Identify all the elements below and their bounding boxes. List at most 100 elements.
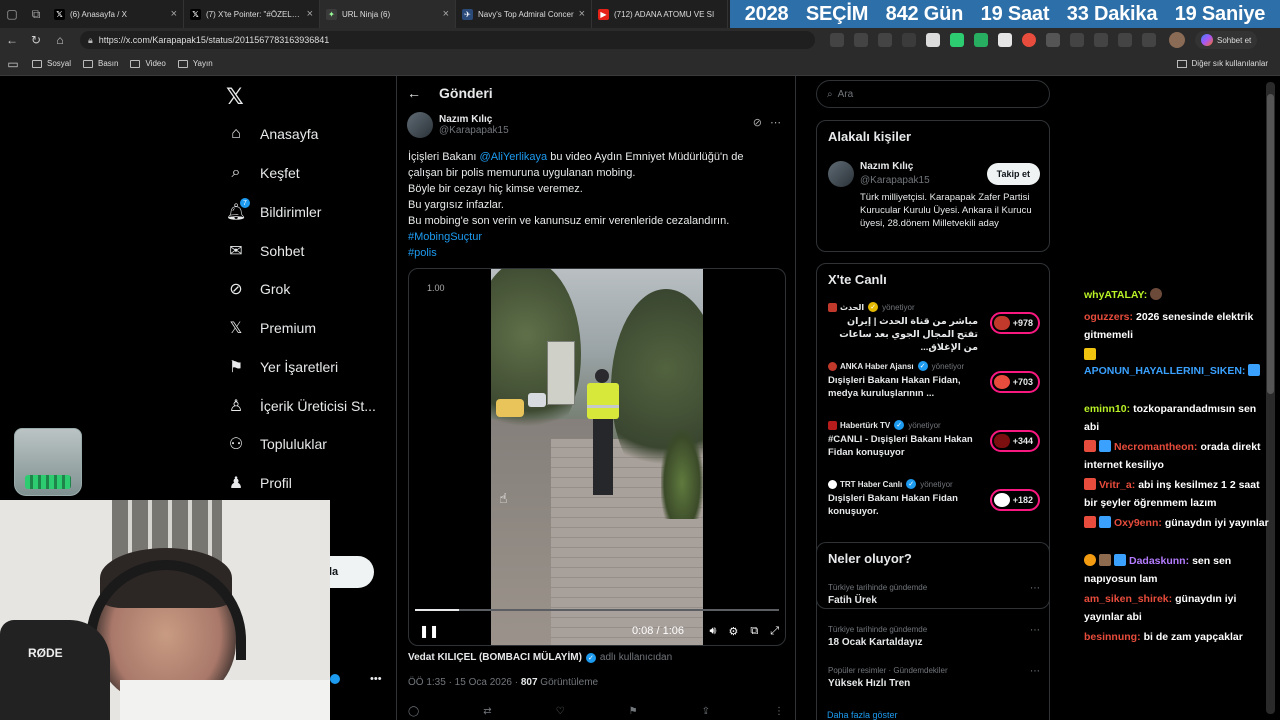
video-player[interactable]: 1.00 ☝ ❚❚ 0:08 / 1:06 🔊︎ ⚙ ⧉ ⤢ <box>408 268 786 646</box>
browser-tab[interactable]: ✈ Navy's Top Admiral Concer × <box>456 0 592 28</box>
picture-in-picture-icon[interactable]: ⧉ <box>750 625 758 638</box>
search-input[interactable]: ⌕ Ara <box>816 80 1050 108</box>
collections-icon[interactable] <box>1118 33 1132 47</box>
live-item[interactable]: Habertürk TV ✓ yönetiyor #CANLI - Dışişler… <box>828 420 1040 468</box>
pause-icon[interactable]: ❚❚ <box>419 624 439 638</box>
bookmark-folder[interactable]: Video <box>130 59 166 68</box>
nav-notifications[interactable]: 🔔︎ 7 Bildirimler <box>226 197 321 227</box>
hashtag-link[interactable]: #polis <box>408 245 780 261</box>
more-icon[interactable]: ⋯ <box>1030 625 1040 636</box>
extension-icon[interactable] <box>902 33 916 47</box>
more-icon[interactable]: ⋯ <box>1030 666 1040 677</box>
grok-icon[interactable]: ⊘ <box>753 116 762 129</box>
extension-icon[interactable] <box>974 33 988 47</box>
nav-profile[interactable]: ♟ Profil <box>226 468 292 498</box>
settings-icon[interactable]: ⚙ <box>728 625 738 638</box>
back-arrow-icon[interactable]: ← <box>407 85 421 101</box>
more-icon[interactable]: ⋯ <box>1030 583 1040 594</box>
extension-icon[interactable] <box>998 33 1012 47</box>
video-scene-truck <box>547 341 575 405</box>
nav-premium[interactable]: 𝕏 Premium <box>226 313 316 343</box>
reload-icon[interactable]: ↻ <box>24 28 48 52</box>
post-timestamp[interactable]: ÖÖ 1:35 · 15 Oca 2026 · <box>408 677 521 688</box>
chat-message: whyATALAY: <box>1084 286 1274 304</box>
extensions-puzzle-icon[interactable] <box>1046 33 1060 47</box>
workspaces-icon[interactable]: ▢ <box>0 0 24 28</box>
avatar[interactable] <box>407 112 433 138</box>
url-bar[interactable]: 🔒︎ https://x.com/Karapapak15/status/2011… <box>80 31 815 49</box>
hashtag-link[interactable]: #MobingSuçtur <box>408 229 780 245</box>
like-icon[interactable]: ♡ <box>556 706 565 720</box>
other-bookmarks[interactable]: Diğer sık kullanılanlar <box>1176 59 1268 68</box>
browser-essentials-icon[interactable] <box>1142 33 1156 47</box>
nav-creator-studio[interactable]: ♙ İçerik Üreticisi St... <box>226 391 376 421</box>
post-button[interactable]: la <box>326 556 374 588</box>
bookmark-folder[interactable]: Sosyal <box>32 59 71 68</box>
nav-messages[interactable]: ✉ Sohbet <box>226 236 304 266</box>
live-title: #CANLI - Dışişleri Bakanı Hakan Fidan ko… <box>828 434 973 458</box>
repost-icon[interactable]: ⇄ <box>483 706 491 720</box>
avatar[interactable] <box>828 161 854 187</box>
chat-message: besinnung: bi de zam yapçaklar <box>1084 628 1274 646</box>
trend-item[interactable]: Türkiye tarihinde gündemde Fatih Ürek ⋯ <box>828 583 1040 606</box>
more-icon[interactable]: ⋮ <box>774 706 784 720</box>
back-icon[interactable]: ← <box>0 28 24 52</box>
other-bookmarks-label: Diğer sık kullanılanlar <box>1191 59 1268 68</box>
more-icon[interactable]: ⋯ <box>770 116 781 129</box>
favorite-star-icon[interactable] <box>878 33 892 47</box>
follow-button[interactable]: Takip et <box>986 163 1040 185</box>
badge-icon <box>1114 554 1126 566</box>
mention-link[interactable]: @AliYerlikaya <box>480 151 548 163</box>
attribution-name[interactable]: Vedat KILIÇEL (BOMBACI MÜLAYİM) <box>408 652 582 663</box>
browser-tab[interactable]: 𝕏 (6) Anasayfa / X × <box>48 0 184 28</box>
browser-tab[interactable]: ▶ (712) ADANA ATOMU VE SI <box>592 0 728 28</box>
nav-explore[interactable]: ⌕ Keşfet <box>226 158 300 188</box>
election-countdown-banner: 2028 SEÇİM 842 Gün 19 Saat 33 Dakika 19 … <box>730 0 1280 28</box>
bookmark-icon[interactable]: ⚑ <box>629 706 638 720</box>
extension-icon[interactable] <box>950 33 964 47</box>
read-aloud-icon[interactable] <box>854 33 868 47</box>
close-tab-icon[interactable]: × <box>307 8 313 20</box>
trend-title: 18 Ocak Kartaldayız <box>828 637 923 648</box>
close-tab-icon[interactable]: × <box>171 8 177 20</box>
close-tab-icon[interactable]: × <box>579 8 585 20</box>
author-name[interactable]: Nazım Kılıç <box>439 114 509 125</box>
reply-icon[interactable]: ◯ <box>408 706 419 720</box>
live-item[interactable]: ANKA Haber Ajansı ✓ yönetiyor Dışişleri Ba… <box>828 361 1040 409</box>
nav-communities[interactable]: ⚇ Topluluklar <box>226 429 327 459</box>
related-handle[interactable]: @Karapapak15 <box>860 175 930 186</box>
home-icon[interactable]: ⌂ <box>48 28 72 52</box>
more-icon[interactable]: ••• <box>370 673 382 685</box>
video-progress-bar[interactable] <box>415 609 779 611</box>
related-name[interactable]: Nazım Kılıç <box>860 161 913 172</box>
volume-icon[interactable]: 🔊︎ <box>710 625 717 638</box>
nav-home[interactable]: ⌂ Anasayfa <box>226 119 318 149</box>
favorites-icon[interactable] <box>1094 33 1108 47</box>
video-scene-car <box>528 393 546 407</box>
bookmark-manager-icon[interactable]: ▭ <box>6 52 20 76</box>
share-icon[interactable]: ⇪ <box>702 706 710 720</box>
bookmark-folder[interactable]: Yayın <box>177 59 213 68</box>
app-available-icon[interactable] <box>830 33 844 47</box>
extension-icon[interactable] <box>1022 33 1036 47</box>
profile-avatar[interactable] <box>1169 32 1185 48</box>
live-item[interactable]: TRT Haber Canlı ✓ yönetiyor Dışişleri Baka… <box>828 479 1040 527</box>
video-frame[interactable] <box>491 269 703 645</box>
tab-actions-icon[interactable]: ⧉ <box>24 0 48 28</box>
trend-item[interactable]: Popüler resimler · Gündemdekiler Yüksek … <box>828 666 1040 689</box>
nav-grok[interactable]: ⊘ Grok <box>226 274 290 304</box>
bookmark-folder[interactable]: Basın <box>83 59 118 68</box>
x-logo[interactable]: 𝕏 <box>226 84 244 110</box>
live-item[interactable]: الحدث ✓ yönetiyor مباشر من قناة الحدث | إي… <box>828 302 1040 353</box>
fullscreen-icon[interactable]: ⤢ <box>770 625 779 638</box>
browser-tab-active[interactable]: ✦ URL Ninja (6) × <box>320 0 456 28</box>
extension-icon[interactable] <box>926 33 940 47</box>
split-screen-icon[interactable] <box>1070 33 1084 47</box>
copilot-chat-button[interactable]: Sohbet et <box>1195 31 1258 49</box>
show-more-link[interactable]: Daha fazla göster <box>827 710 898 720</box>
trend-item[interactable]: Türkiye tarihinde gündemde 18 Ocak Karta… <box>828 625 1040 648</box>
browser-tab[interactable]: 𝕏 (7) X'te Pointer: "#ÖZELHAB × <box>184 0 320 28</box>
nav-bookmarks[interactable]: ⚑ Yer İşaretleri <box>226 352 338 382</box>
author-handle[interactable]: @Karapapak15 <box>439 125 509 136</box>
close-tab-icon[interactable]: × <box>443 8 449 20</box>
